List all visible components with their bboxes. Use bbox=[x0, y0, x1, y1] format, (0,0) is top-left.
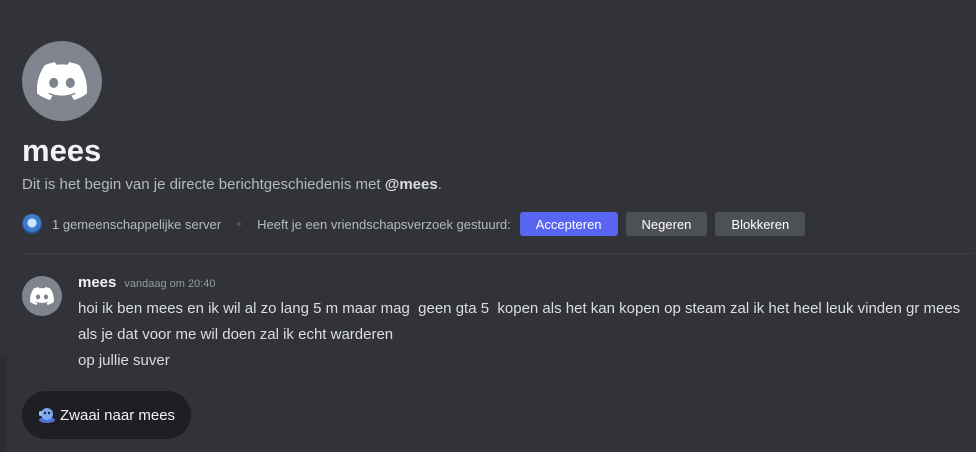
block-button[interactable]: Blokkeren bbox=[715, 212, 806, 236]
separator-dot bbox=[237, 222, 242, 226]
left-scroll-strip bbox=[0, 357, 6, 452]
discord-logo-icon bbox=[37, 62, 87, 100]
message-line: op jullie suver bbox=[78, 352, 170, 369]
divider bbox=[22, 253, 972, 254]
message-author[interactable]: mees bbox=[78, 274, 116, 291]
wave-button[interactable]: Zwaai naar mees bbox=[22, 391, 192, 439]
dm-header: mees Dit is het begin van je directe ber… bbox=[22, 41, 962, 238]
wave-button-label: Zwaai naar mees bbox=[60, 406, 176, 424]
left-edge bbox=[0, 0, 8, 452]
accept-button[interactable]: Accepteren bbox=[519, 212, 618, 236]
message-header: mees vandaag om 20:40 bbox=[78, 274, 958, 296]
message-line: hoi ik ben mees en ik wil al zo lang 5 m… bbox=[78, 300, 961, 317]
friend-request-row: 1 gemeenschappelijke server Heeft je een… bbox=[22, 210, 962, 238]
intro-prefix: Dit is het begin van je directe berichtg… bbox=[22, 176, 385, 193]
dm-intro-text: Dit is het begin van je directe berichtg… bbox=[22, 175, 962, 195]
server-icon[interactable] bbox=[22, 214, 42, 234]
discord-logo-icon bbox=[30, 287, 54, 305]
wave-sticker-icon bbox=[39, 408, 55, 423]
message-body: mees vandaag om 20:40 hoi ik ben mees en… bbox=[78, 274, 961, 374]
message-avatar[interactable] bbox=[22, 276, 62, 316]
mutual-servers-link[interactable]: 1 gemeenschappelijke server bbox=[52, 217, 221, 232]
profile-avatar[interactable] bbox=[22, 41, 102, 121]
profile-username: mees bbox=[22, 133, 102, 168]
intro-mention[interactable]: @mees bbox=[385, 176, 438, 193]
intro-suffix: . bbox=[437, 176, 442, 193]
ignore-button[interactable]: Negeren bbox=[625, 212, 708, 236]
friend-request-text: Heeft je een vriendschapsverzoek gestuur… bbox=[257, 216, 511, 232]
message-timestamp: vandaag om 20:40 bbox=[124, 278, 216, 290]
message-line: als je dat voor me wil doen zal ik echt … bbox=[78, 326, 394, 343]
